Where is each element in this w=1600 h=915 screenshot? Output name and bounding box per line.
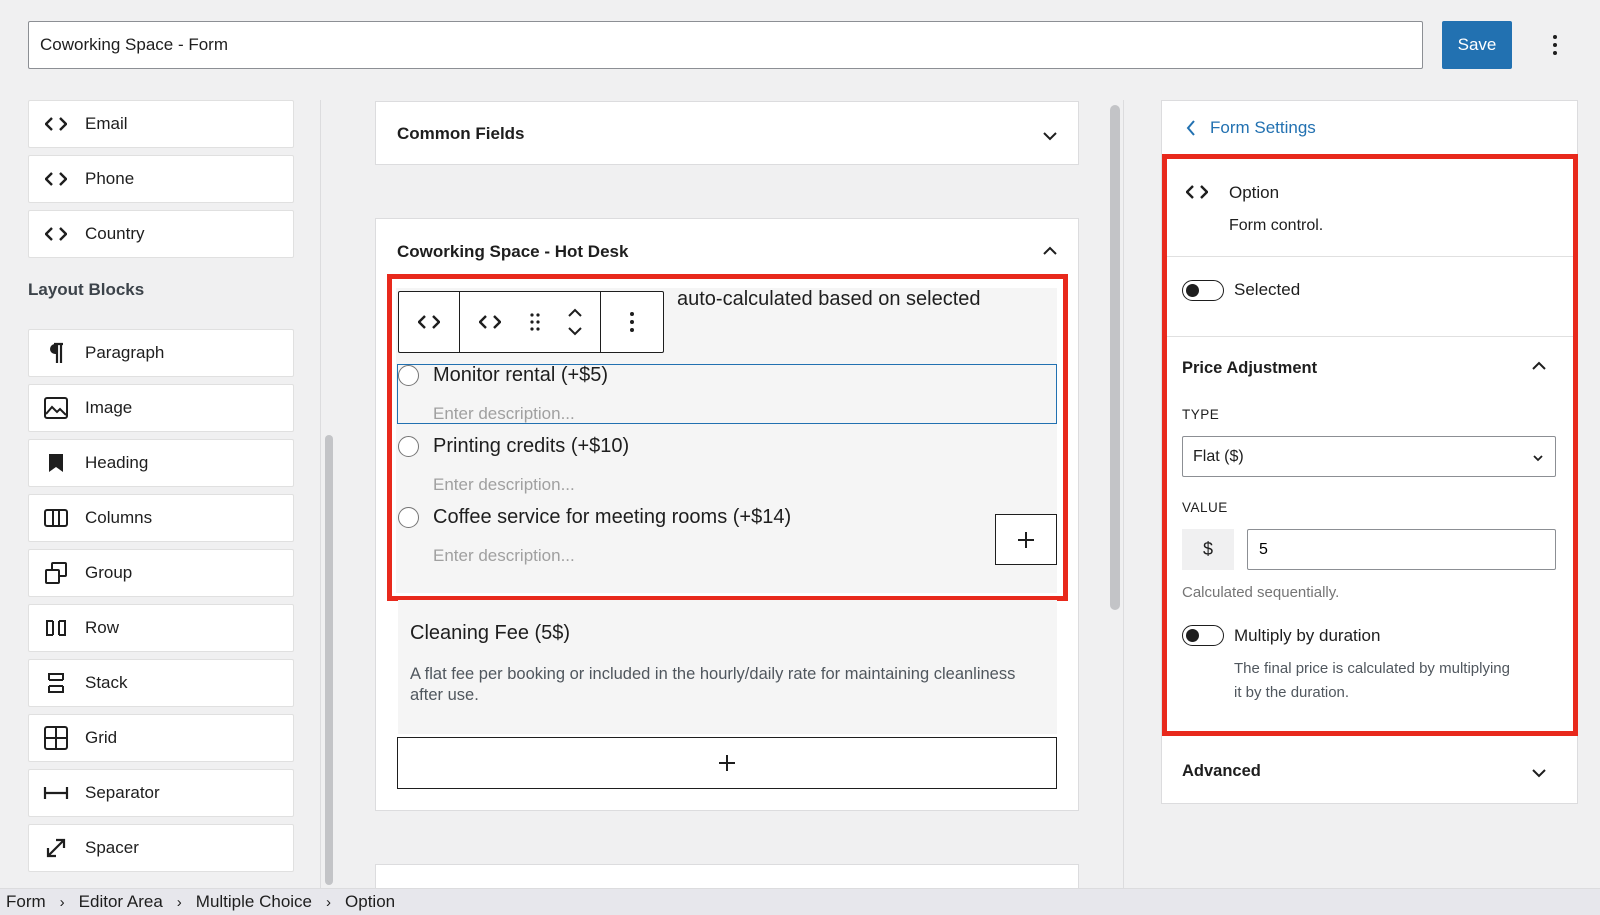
block-item-label: Image	[85, 398, 133, 417]
block-item-label: Country	[85, 224, 145, 243]
block-item-columns[interactable]: Columns	[28, 494, 294, 542]
image-icon	[43, 395, 69, 421]
chevron-right-icon: ›	[326, 893, 332, 911]
breadcrumb: Form › Editor Area › Multiple Choice › O…	[0, 888, 1600, 915]
left-panel-divider	[320, 100, 321, 890]
block-item-label: Spacer	[85, 838, 139, 857]
fee-description: A flat fee per booking or included in th…	[410, 665, 1016, 704]
heading-icon	[43, 450, 69, 476]
block-item-label: Group	[85, 563, 133, 582]
advanced-title[interactable]: Advanced	[1182, 762, 1261, 781]
fee-title: Cleaning Fee (5$)	[410, 622, 571, 644]
block-item-email[interactable]: Email	[28, 100, 294, 148]
cleaning-fee-block[interactable]: Cleaning Fee (5$) A flat fee per booking…	[398, 600, 1057, 734]
block-item-label: Email	[85, 114, 128, 133]
editor-scrollbar[interactable]	[1110, 105, 1120, 610]
chevron-right-icon: ›	[59, 893, 65, 911]
block-item-image[interactable]: Image	[28, 384, 294, 432]
block-item-stack[interactable]: Stack	[28, 659, 294, 707]
columns-icon	[43, 505, 69, 531]
group-icon	[43, 560, 69, 586]
block-item-label: Columns	[85, 508, 153, 527]
separator-icon	[43, 780, 69, 806]
spacer-icon	[43, 835, 69, 861]
block-item-paragraph[interactable]: Paragraph	[28, 329, 294, 377]
block-item-grid[interactable]: Grid	[28, 714, 294, 762]
code-icon	[43, 221, 69, 247]
save-button[interactable]: Save	[1442, 21, 1512, 69]
block-item-country[interactable]: Country	[28, 210, 294, 258]
back-to-form-settings[interactable]: Form Settings	[1186, 118, 1316, 138]
more-options-icon[interactable]	[1545, 28, 1565, 62]
center-panel-divider	[1123, 100, 1124, 890]
left-panel-scrollbar[interactable]	[325, 435, 333, 885]
chevron-left-icon	[1186, 120, 1195, 136]
block-item-heading[interactable]: Heading	[28, 439, 294, 487]
block-item-label: Grid	[85, 728, 118, 747]
block-item-label: Separator	[85, 783, 160, 802]
common-fields-panel[interactable]: Common Fields	[375, 101, 1079, 165]
chevron-right-icon: ›	[176, 893, 182, 911]
grid-icon	[43, 725, 69, 751]
back-label: Form Settings	[1210, 118, 1316, 137]
common-fields-title: Common Fields	[397, 124, 525, 143]
block-item-label: Stack	[85, 673, 128, 692]
plus-icon	[719, 755, 735, 771]
chevron-up-icon[interactable]	[1040, 241, 1060, 261]
block-item-spacer[interactable]: Spacer	[28, 824, 294, 872]
code-icon	[43, 166, 69, 192]
highlight-frame-settings	[1162, 154, 1578, 736]
layout-blocks-heading: Layout Blocks	[28, 280, 145, 299]
block-item-row[interactable]: Row	[28, 604, 294, 652]
block-item-label: Heading	[85, 453, 149, 472]
hotdesk-title: Coworking Space - Hot Desk	[397, 242, 629, 261]
block-item-phone[interactable]: Phone	[28, 155, 294, 203]
breadcrumb-item[interactable]: Multiple Choice	[196, 892, 312, 912]
block-item-label: Phone	[85, 169, 135, 188]
breadcrumb-item[interactable]: Form	[6, 892, 46, 912]
paragraph-icon	[43, 340, 69, 366]
breadcrumb-item[interactable]: Editor Area	[79, 892, 163, 912]
code-icon	[43, 111, 69, 137]
highlight-frame-editor	[387, 274, 1068, 601]
add-block-button[interactable]	[397, 737, 1057, 789]
stack-icon	[43, 670, 69, 696]
block-item-label: Paragraph	[85, 343, 165, 362]
chevron-down-icon[interactable]	[1529, 763, 1549, 783]
block-item-label: Row	[85, 618, 120, 637]
block-item-separator[interactable]: Separator	[28, 769, 294, 817]
block-item-group[interactable]: Group	[28, 549, 294, 597]
breadcrumb-item[interactable]: Option	[345, 892, 395, 912]
row-icon	[43, 615, 69, 641]
chevron-down-icon[interactable]	[1040, 126, 1060, 146]
form-title-input[interactable]	[28, 21, 1423, 69]
